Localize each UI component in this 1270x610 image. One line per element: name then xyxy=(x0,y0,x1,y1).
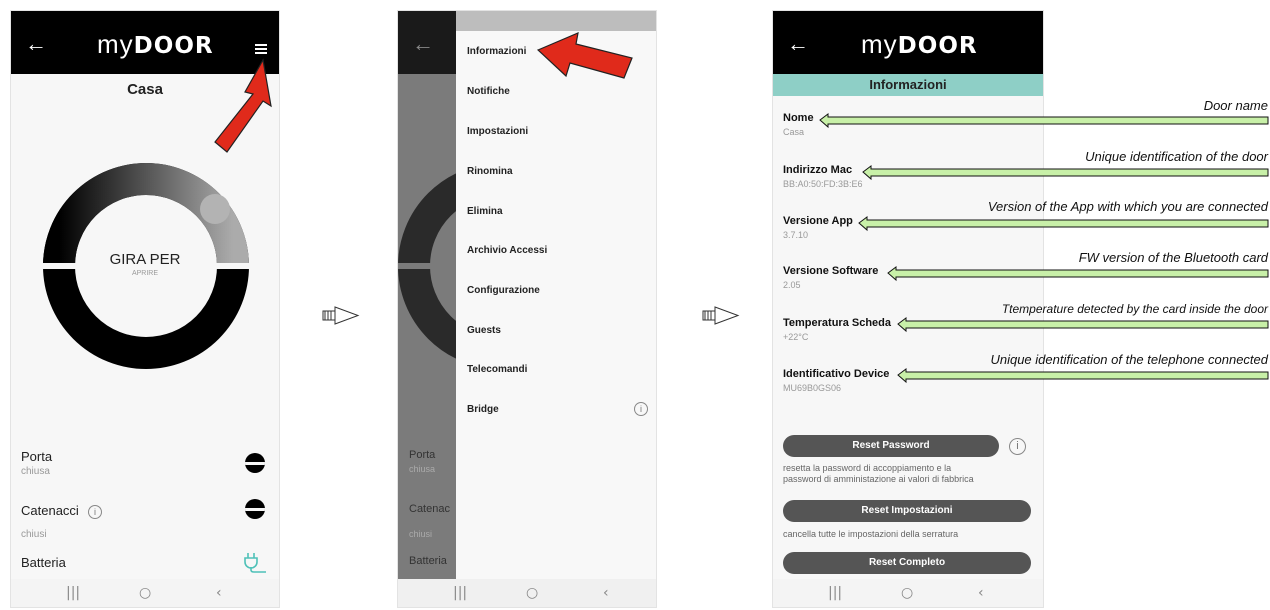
annotation-fw-version: FW version of the Bluetooth card xyxy=(1078,250,1268,265)
flow-arrow-icon xyxy=(702,306,740,325)
annotation-device-id: Unique identification of the telephone c… xyxy=(990,352,1268,367)
red-pointer-arrow-icon xyxy=(536,32,633,79)
annotation-app-version: Version of the App with which you are co… xyxy=(987,199,1268,214)
red-pointer-arrow-icon xyxy=(214,58,272,153)
annotation-temperature: Ttemperature detected by the card inside… xyxy=(1001,302,1268,316)
annotation-mac: Unique identification of the door xyxy=(1085,149,1268,164)
flow-arrow-icon xyxy=(322,306,360,325)
annotation-door-name: Door name xyxy=(1203,98,1268,113)
